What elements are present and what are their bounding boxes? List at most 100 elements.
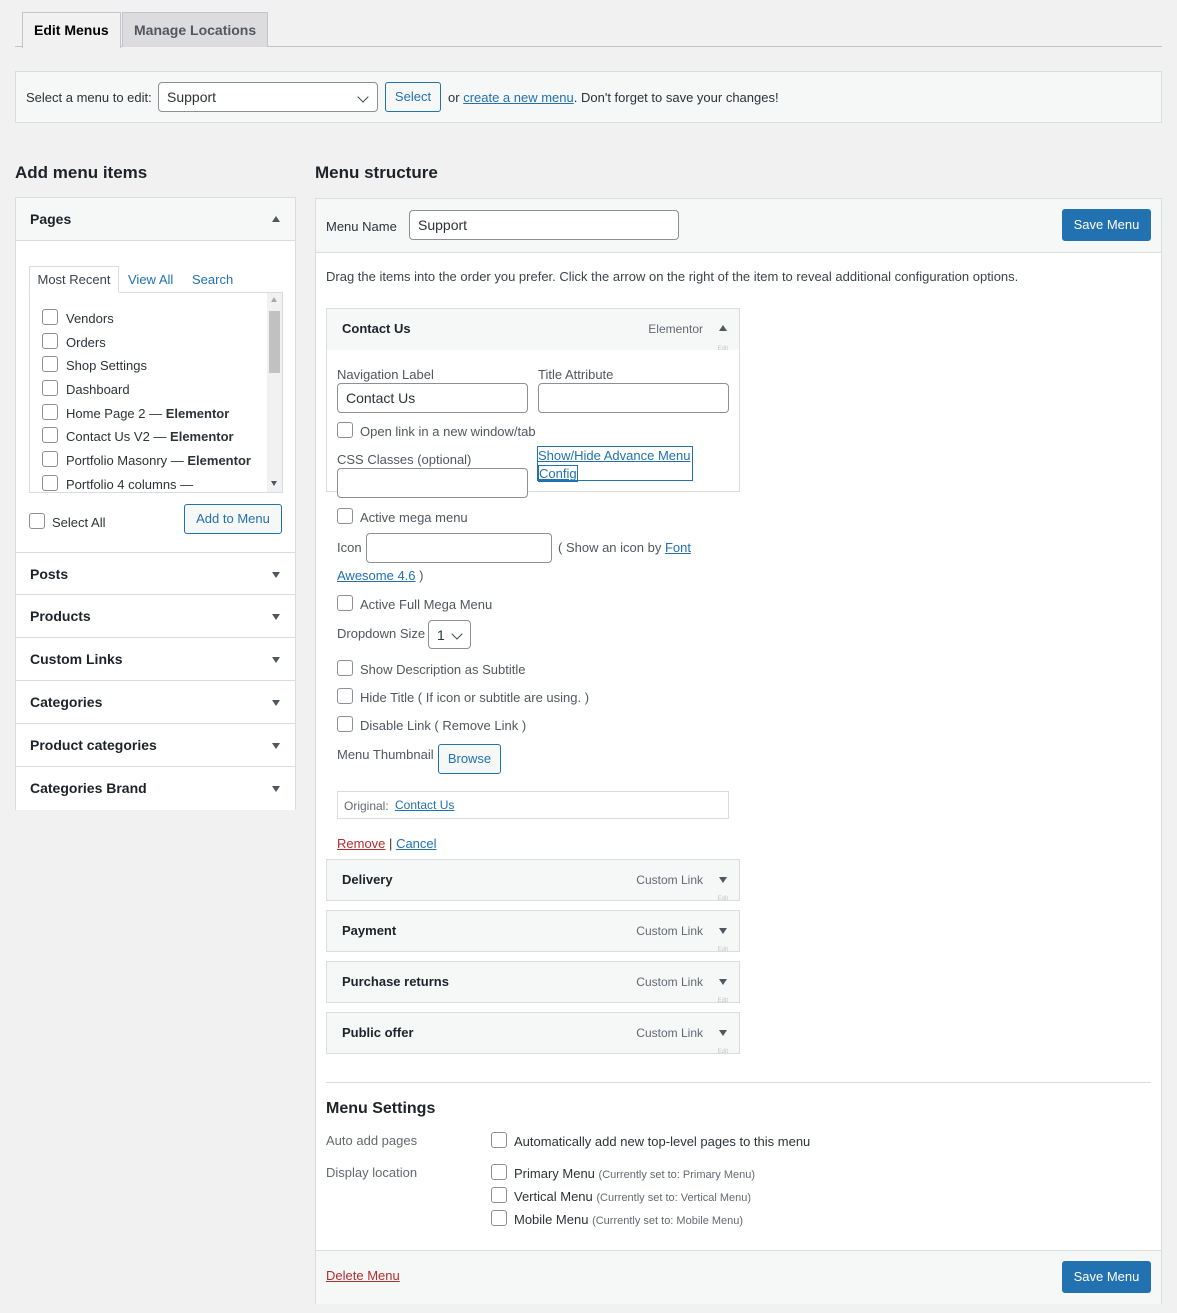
tab-edit-menus[interactable]: Edit Menus — [22, 12, 121, 48]
menu-structure-title: Menu structure — [315, 163, 438, 182]
select-all-checkbox[interactable] — [29, 513, 45, 529]
list-item[interactable]: Contact Us V2 — Elementor — [42, 427, 272, 447]
checkbox[interactable] — [42, 333, 58, 349]
auto-add-pages-label: Auto add pages — [326, 1133, 418, 1148]
section-posts-header[interactable]: Posts — [16, 552, 295, 595]
disable-link-checkbox[interactable] — [337, 716, 353, 732]
hide-title-checkbox[interactable] — [337, 688, 353, 704]
list-item[interactable]: Home Page 2 — Elementor — [42, 404, 272, 424]
checkbox[interactable] — [42, 451, 58, 467]
expand-arrow-icon[interactable] — [719, 979, 727, 985]
scrollbar[interactable] — [267, 293, 282, 492]
section-pages-body: Most Recent View All Search Vendors Orde… — [16, 242, 295, 552]
page-label-text: Portfolio Masonry — — [66, 453, 188, 468]
location-note: (Currently set to: Mobile Menu) — [592, 1215, 744, 1227]
checkbox[interactable] — [42, 475, 58, 491]
menu-item-payment[interactable]: Payment Custom Link Edit — [326, 910, 740, 953]
menu-select[interactable]: Support — [158, 82, 378, 112]
select-menu-label: Select a menu to edit: — [26, 90, 152, 105]
menu-item-title: Public offer — [342, 1025, 414, 1040]
section-pages-header[interactable]: Pages — [16, 198, 295, 241]
advance-menu-link-line1[interactable]: Show/Hide Advance Menu — [538, 448, 690, 463]
save-menu-button[interactable]: Save Menu — [1062, 209, 1151, 241]
select-menu-button[interactable]: Select — [385, 82, 441, 112]
save-menu-button-bottom[interactable]: Save Menu — [1062, 1261, 1151, 1293]
dropdown-size-select[interactable]: 1 — [428, 620, 471, 649]
tab-most-recent[interactable]: Most Recent — [29, 266, 119, 293]
list-item[interactable]: Dashboard — [42, 380, 272, 400]
advance-menu-link-line2[interactable]: Config — [538, 465, 578, 482]
active-mega-menu-checkbox[interactable] — [337, 508, 353, 524]
section-categories-brand-header[interactable]: Categories Brand — [16, 767, 295, 810]
expand-arrow-icon[interactable] — [719, 928, 727, 934]
delete-menu-link[interactable]: Delete Menu — [326, 1268, 400, 1283]
section-product-categories-header[interactable]: Product categories — [16, 724, 295, 767]
tab-manage-locations[interactable]: Manage Locations — [122, 12, 269, 47]
scroll-up-arrow-icon[interactable] — [271, 297, 277, 302]
browse-button[interactable]: Browse — [438, 744, 501, 774]
icon-input[interactable] — [366, 533, 552, 563]
edit-hint: Edit — [717, 947, 728, 953]
menu-item-delivery[interactable]: Delivery Custom Link Edit — [326, 859, 740, 902]
original-label: Original: — [344, 799, 389, 813]
action-separator: | — [389, 836, 393, 851]
collapse-arrow-icon — [272, 216, 280, 222]
location-vertical-checkbox[interactable] — [491, 1187, 507, 1203]
list-item[interactable]: Portfolio Masonry — Elementor — [42, 451, 272, 471]
menu-item-public-offer[interactable]: Public offer Custom Link Edit — [326, 1012, 740, 1055]
remove-link[interactable]: Remove — [337, 836, 385, 851]
cancel-link[interactable]: Cancel — [396, 836, 436, 851]
location-primary-checkbox[interactable] — [491, 1164, 507, 1180]
nav-label-input[interactable]: Contact Us — [337, 383, 528, 413]
select-all-label: Select All — [52, 515, 106, 530]
open-new-window-checkbox[interactable] — [337, 422, 353, 438]
checkbox[interactable] — [42, 404, 58, 420]
menu-name-label: Menu Name — [326, 219, 397, 234]
expand-arrow-icon — [272, 700, 280, 706]
expand-arrow-icon[interactable] — [719, 877, 727, 883]
checkbox[interactable] — [42, 380, 58, 396]
section-products-header[interactable]: Products — [16, 595, 295, 638]
edit-hint: Edit — [717, 1049, 728, 1055]
create-new-menu-link[interactable]: create a new menu — [463, 90, 574, 105]
list-item[interactable]: Shop Settings — [42, 356, 272, 376]
add-menu-items-title: Add menu items — [15, 163, 148, 182]
scroll-down-arrow-icon[interactable] — [271, 481, 277, 486]
original-link[interactable]: Contact Us — [395, 798, 454, 812]
expand-arrow-icon — [272, 572, 280, 578]
location-primary-label: Primary Menu (Currently set to: Primary … — [514, 1166, 755, 1181]
tab-search[interactable]: Search — [192, 272, 233, 287]
page-label: Vendors — [66, 311, 114, 326]
menu-name-input[interactable]: Support — [409, 210, 679, 240]
advance-menu-config-link[interactable]: Show/Hide Advance Menu Config — [537, 446, 693, 482]
section-custom-links-header[interactable]: Custom Links — [16, 638, 295, 681]
auto-add-pages-checkbox[interactable] — [491, 1132, 507, 1148]
location-mobile-label: Mobile Menu (Currently set to: Mobile Me… — [514, 1212, 743, 1227]
collapse-arrow-icon[interactable] — [719, 325, 727, 331]
list-item[interactable]: Orders — [42, 333, 272, 353]
show-description-checkbox[interactable] — [337, 660, 353, 676]
menu-item-purchase-returns[interactable]: Purchase returns Custom Link Edit — [326, 961, 740, 1004]
menu-item-title: Delivery — [342, 872, 393, 887]
list-item[interactable]: Vendors — [42, 309, 272, 329]
css-classes-input[interactable] — [337, 468, 528, 498]
hide-title-label: Hide Title ( If icon or subtitle are usi… — [360, 690, 590, 705]
checkbox[interactable] — [42, 309, 58, 325]
add-to-menu-button[interactable]: Add to Menu — [184, 504, 282, 534]
location-mobile-checkbox[interactable] — [491, 1210, 507, 1226]
font-link[interactable]: Font — [665, 540, 691, 555]
settings-divider — [326, 1082, 1151, 1083]
checkbox[interactable] — [42, 356, 58, 372]
save-reminder-text: . Don't forget to save your changes! — [573, 90, 779, 105]
expand-arrow-icon[interactable] — [719, 1030, 727, 1036]
checkbox[interactable] — [42, 427, 58, 443]
active-full-mega-checkbox[interactable] — [337, 595, 353, 611]
awesome-link[interactable]: Awesome 4.6 — [337, 568, 416, 583]
menu-item-contact-us[interactable]: Contact Us Elementor Edit — [326, 308, 740, 352]
scrollbar-thumb[interactable] — [269, 311, 280, 373]
title-attribute-input[interactable] — [538, 383, 729, 413]
page-label: Shop Settings — [66, 358, 147, 373]
tab-view-all[interactable]: View All — [128, 272, 173, 287]
list-item[interactable]: Portfolio 4 columns — — [42, 475, 272, 492]
section-categories-header[interactable]: Categories — [16, 681, 295, 724]
